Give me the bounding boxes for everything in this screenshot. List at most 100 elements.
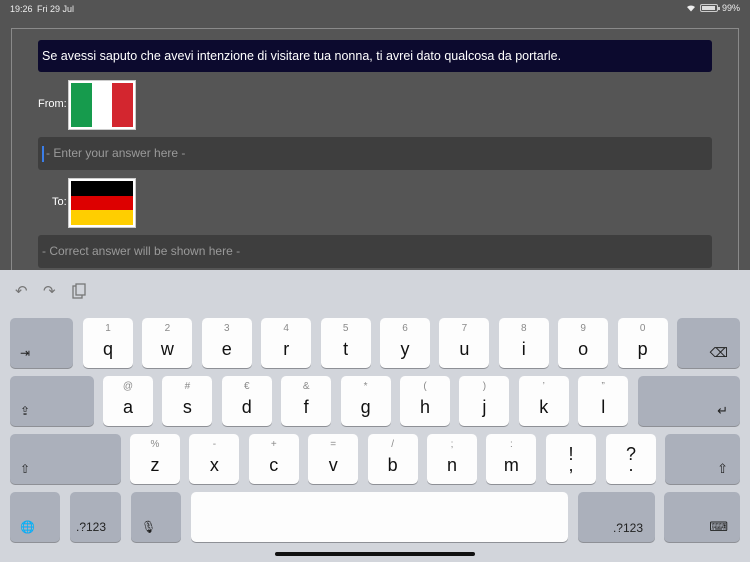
key-exclamation[interactable]: !, bbox=[546, 434, 596, 484]
key-c[interactable]: + c bbox=[248, 434, 299, 484]
key-n[interactable]: ; n bbox=[427, 434, 477, 484]
key-letter: h bbox=[419, 397, 430, 417]
key-letter: f bbox=[303, 397, 309, 417]
key-hint: ’ bbox=[542, 381, 545, 392]
key-letter: i bbox=[521, 339, 526, 359]
paste-icon[interactable] bbox=[72, 283, 86, 303]
key-h[interactable]: (h bbox=[400, 376, 450, 426]
key-letter: u bbox=[459, 339, 470, 359]
key-v[interactable]: = v bbox=[308, 434, 359, 484]
key-hint: + bbox=[270, 439, 277, 450]
key-m[interactable]: :m bbox=[486, 434, 537, 484]
key-hint: ” bbox=[601, 381, 605, 392]
key-z[interactable]: % z bbox=[130, 434, 180, 484]
key-letter: o bbox=[578, 339, 589, 359]
keyboard-toolbar: ↶ ↷ bbox=[0, 270, 750, 314]
key-hint: 6 bbox=[402, 323, 408, 334]
numbers-key-right[interactable]: .?123 bbox=[578, 492, 655, 542]
key-hint: 8 bbox=[521, 323, 527, 334]
from-label: From: bbox=[38, 98, 67, 110]
key-letter: x bbox=[209, 455, 219, 475]
key-hint: ; bbox=[450, 439, 454, 450]
key-s[interactable]: # s bbox=[162, 376, 213, 426]
key-hint: % bbox=[150, 439, 160, 450]
key-hint: ( bbox=[423, 381, 427, 392]
delete-key[interactable]: ⌫ bbox=[677, 318, 740, 368]
return-key[interactable]: ↵ bbox=[638, 376, 740, 426]
key-letter: m bbox=[503, 455, 519, 475]
tab-key[interactable]: ⇥ bbox=[10, 318, 73, 368]
shift-right-key[interactable]: ⇧ bbox=[665, 434, 740, 484]
redo-icon[interactable]: ↷ bbox=[43, 282, 56, 300]
key-o[interactable]: 9o bbox=[558, 318, 609, 368]
key-d[interactable]: € d bbox=[221, 376, 272, 426]
key-j[interactable]: ) j bbox=[459, 376, 510, 426]
key-g[interactable]: * g bbox=[340, 376, 391, 426]
key-hint: € bbox=[244, 381, 250, 392]
return-icon: ↵ bbox=[717, 403, 728, 418]
shift-icon: ⇧ bbox=[20, 462, 31, 476]
caps-lock-icon: ⇪ bbox=[20, 404, 31, 418]
key-hint: - bbox=[212, 439, 217, 450]
key-l[interactable]: ” l bbox=[578, 376, 629, 426]
battery-icon bbox=[699, 4, 720, 12]
key-question[interactable]: ?. bbox=[606, 434, 656, 484]
german-flag-icon bbox=[68, 178, 136, 228]
key-hint: : bbox=[510, 439, 513, 450]
tab-icon: ⇥ bbox=[20, 346, 31, 360]
key-letter: g bbox=[360, 397, 371, 417]
answer-input[interactable]: - Enter your answer here - bbox=[38, 137, 712, 170]
delete-icon: ⌫ bbox=[709, 345, 728, 360]
key-letter: w bbox=[160, 339, 174, 359]
key-f[interactable]: & f bbox=[281, 376, 332, 426]
key-x[interactable]: -x bbox=[189, 434, 240, 484]
key-hint: = bbox=[330, 439, 337, 450]
undo-icon[interactable]: ↶ bbox=[15, 282, 28, 300]
key-letter: k bbox=[539, 397, 549, 417]
key-y[interactable]: 6y bbox=[380, 318, 430, 368]
key-hint: 0 bbox=[639, 323, 646, 334]
key-a[interactable]: @ a bbox=[103, 376, 153, 426]
caps-lock-key[interactable]: ⇪ bbox=[10, 376, 94, 426]
text-caret bbox=[42, 145, 44, 162]
key-i[interactable]: 8i bbox=[498, 318, 549, 368]
key-p[interactable]: 0p bbox=[617, 318, 668, 368]
key-letter: n bbox=[446, 455, 457, 475]
key-letter: q bbox=[102, 339, 113, 359]
key-letter: l bbox=[601, 397, 606, 417]
correct-answer-field: - Correct answer will be shown here - bbox=[38, 235, 712, 268]
hide-keyboard-key[interactable]: ⌨ bbox=[664, 492, 740, 542]
key-t[interactable]: 5t bbox=[320, 318, 371, 368]
key-hint: 3 bbox=[224, 323, 230, 334]
key-letter: c bbox=[269, 455, 279, 475]
italian-flag-icon bbox=[68, 80, 136, 130]
globe-key[interactable]: 🌐 bbox=[10, 492, 60, 542]
space-key[interactable] bbox=[191, 492, 568, 542]
key-hint: & bbox=[302, 381, 310, 392]
key-k[interactable]: ’ k bbox=[518, 376, 569, 426]
home-indicator[interactable] bbox=[275, 552, 475, 556]
keyboard-hide-icon: ⌨ bbox=[709, 519, 728, 534]
key-w[interactable]: 2w bbox=[142, 318, 193, 368]
battery-percent: 99% bbox=[721, 3, 740, 13]
shift-left-key[interactable]: ⇧ bbox=[10, 434, 121, 484]
key-hint: * bbox=[363, 381, 368, 392]
key-letter: e bbox=[221, 339, 232, 359]
key-hint: 9 bbox=[580, 323, 586, 334]
key-r[interactable]: 4r bbox=[261, 318, 312, 368]
to-label: To: bbox=[52, 196, 67, 208]
shift-icon: ⇧ bbox=[717, 461, 728, 476]
key-hint: 4 bbox=[283, 323, 289, 334]
key-u[interactable]: 7u bbox=[439, 318, 490, 368]
source-sentence: Se avessi saputo che avevi intenzione di… bbox=[38, 40, 712, 72]
key-letter: j bbox=[482, 397, 487, 417]
key-letter: a bbox=[122, 397, 133, 417]
numbers-key-left[interactable]: .?123 bbox=[70, 492, 121, 542]
dictation-key[interactable]: 🎙 bbox=[131, 492, 181, 542]
key-hint: 1 bbox=[105, 323, 111, 334]
key-e[interactable]: 3e bbox=[201, 318, 252, 368]
key-letter: t bbox=[343, 339, 349, 359]
key-b[interactable]: / b bbox=[367, 434, 418, 484]
key-q[interactable]: 1q bbox=[83, 318, 133, 368]
status-bar: 19:26 Fri 29 Jul 99% bbox=[0, 0, 750, 18]
